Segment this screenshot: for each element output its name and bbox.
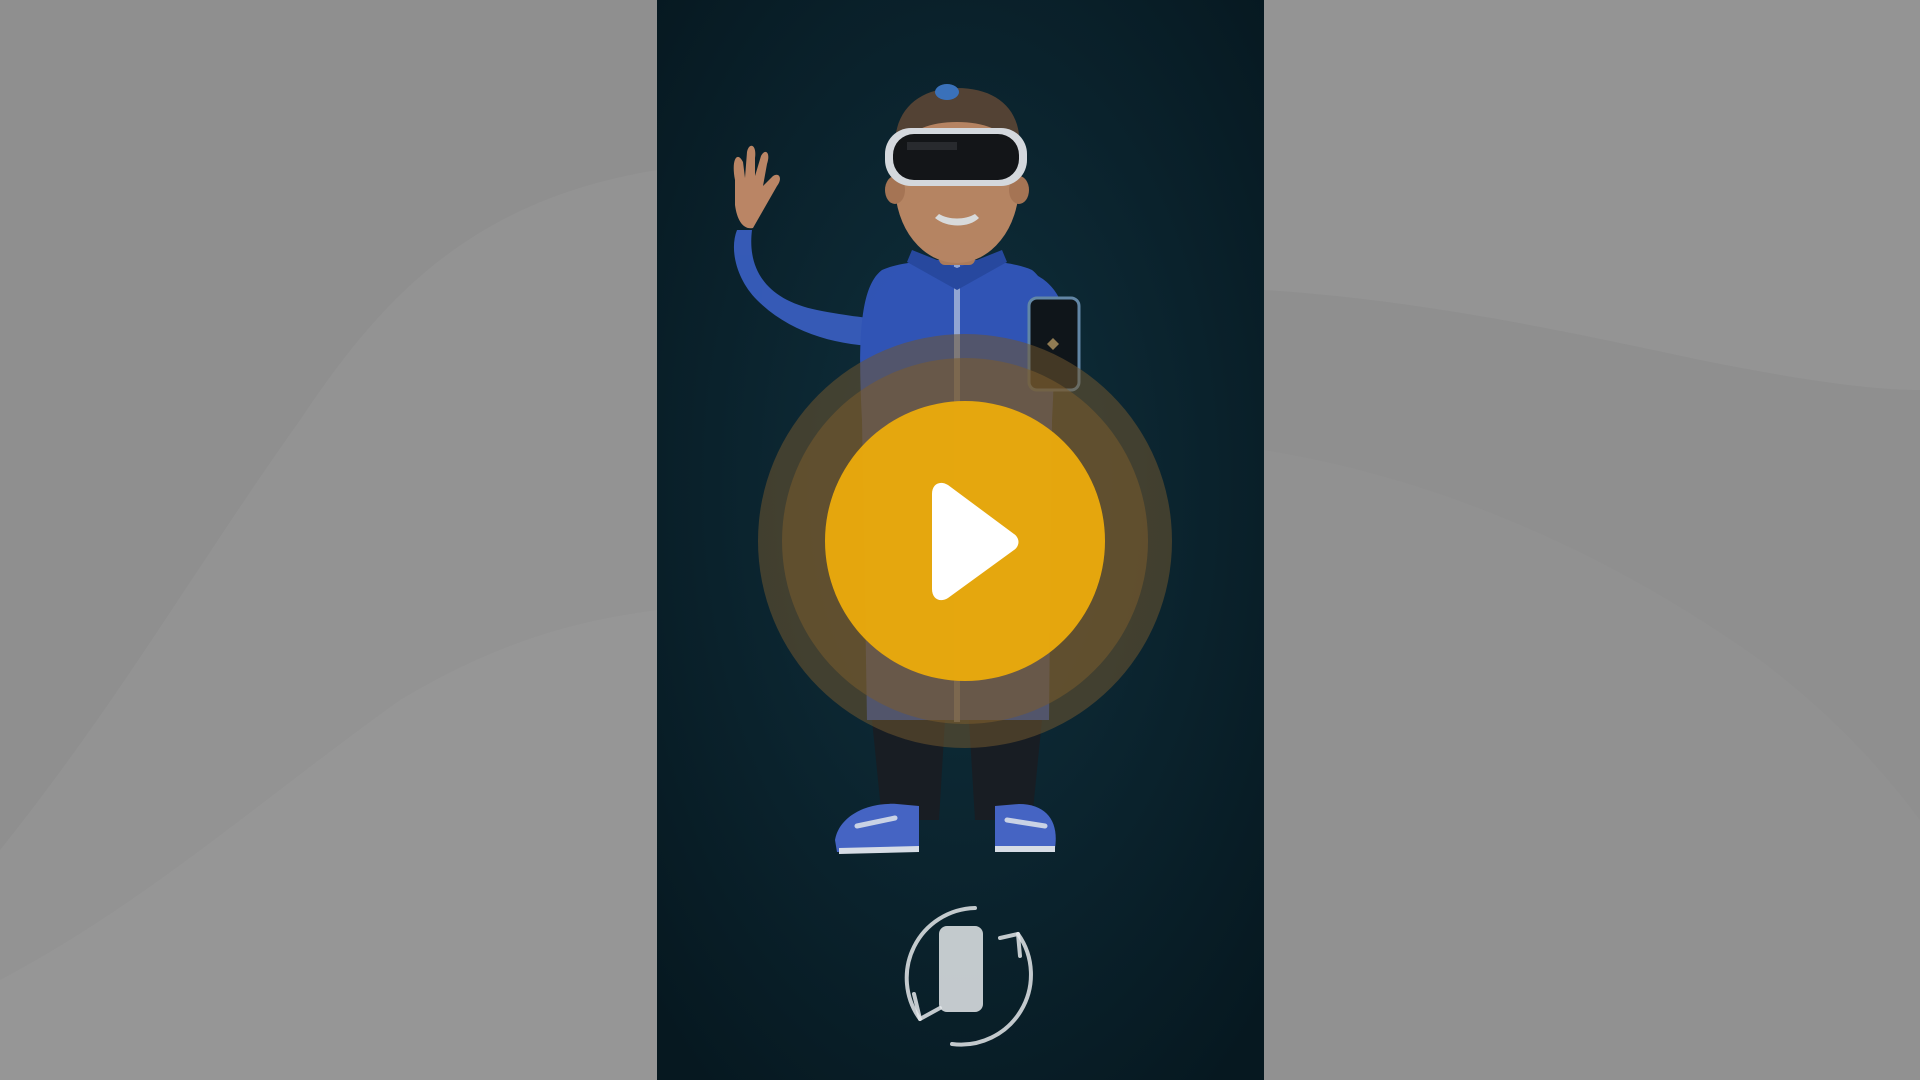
page	[0, 0, 1920, 1080]
rotate-device-icon	[904, 906, 1033, 1047]
play-button[interactable]	[758, 334, 1172, 748]
